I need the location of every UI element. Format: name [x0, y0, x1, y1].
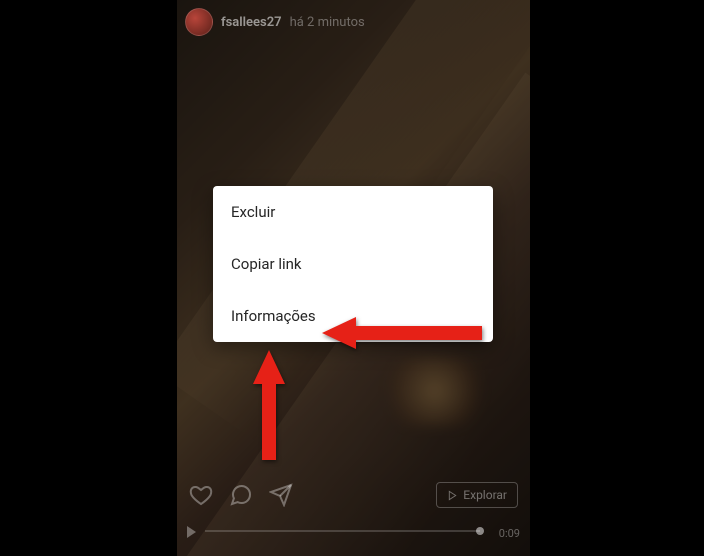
play-icon: [447, 490, 458, 501]
annotation-arrow-vertical: [249, 350, 289, 460]
timestamp-label: há 2 minutos: [290, 15, 365, 30]
phone-screen: fsallees27 há 2 minutos Excluir Copiar l…: [177, 0, 530, 556]
avatar[interactable]: [185, 8, 213, 36]
username-label[interactable]: fsallees27: [221, 15, 282, 30]
comment-icon[interactable]: [229, 483, 253, 507]
menu-item-delete[interactable]: Excluir: [213, 186, 493, 238]
action-bar: Explorar: [189, 482, 518, 508]
share-icon[interactable]: [269, 483, 293, 507]
menu-item-copy-link[interactable]: Copiar link: [213, 238, 493, 290]
explore-button[interactable]: Explorar: [436, 482, 518, 508]
progress-knob[interactable]: [476, 527, 484, 535]
annotation-arrow-horizontal: [322, 313, 482, 353]
story-header: fsallees27 há 2 minutos: [185, 8, 365, 36]
heart-icon[interactable]: [189, 483, 213, 507]
explore-label: Explorar: [463, 488, 507, 502]
time-label: 0:09: [499, 527, 520, 540]
progress-bar[interactable]: [205, 530, 480, 532]
play-button[interactable]: [187, 526, 196, 538]
